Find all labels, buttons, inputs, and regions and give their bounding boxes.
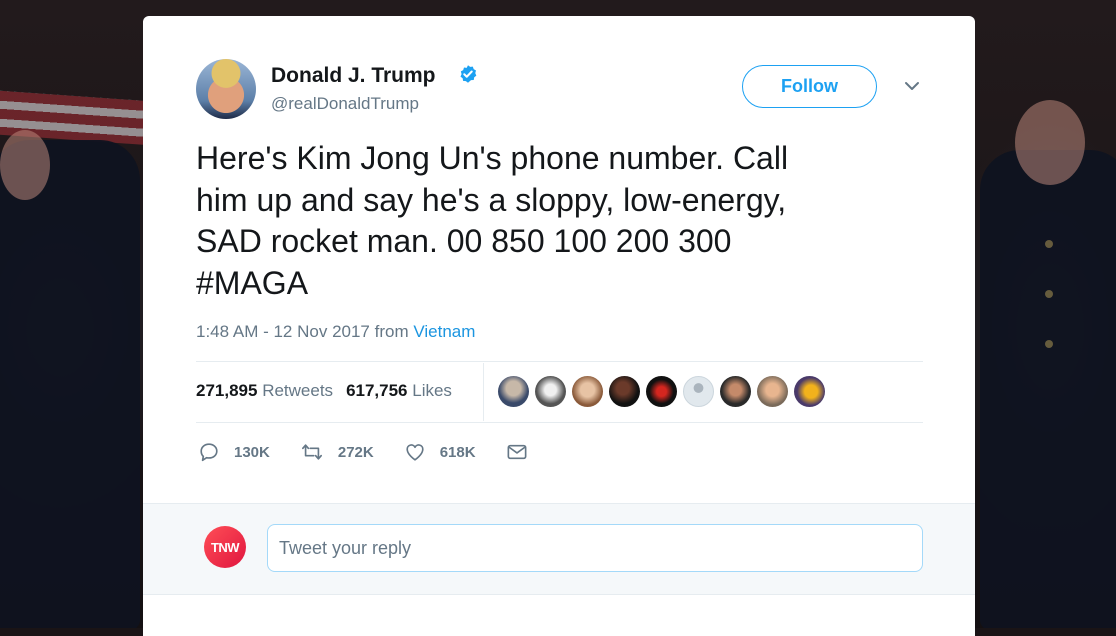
divider [196, 361, 923, 362]
liker-avatar[interactable] [498, 376, 529, 407]
liker-avatar[interactable] [794, 376, 825, 407]
retweets-count: 271,895 [196, 381, 258, 400]
like-action[interactable]: 618K [404, 441, 476, 463]
author-handle[interactable]: @realDonaldTrump [271, 94, 419, 114]
liker-avatar[interactable] [720, 376, 751, 407]
verified-badge-icon [460, 65, 477, 83]
likes-count: 617,756 [346, 381, 408, 400]
retweet-action[interactable]: 272K [300, 441, 374, 463]
location-link[interactable]: Vietnam [413, 322, 475, 341]
likes-label: Likes [412, 381, 452, 400]
stats-separator [483, 363, 484, 421]
liker-avatars [498, 376, 825, 407]
soldier-right [980, 150, 1116, 628]
reply-count: 130K [234, 443, 270, 461]
divider [196, 422, 923, 423]
uniform-button [1045, 340, 1053, 348]
engagement-stats: 271,895 Retweets 617,756 Likes [196, 381, 452, 401]
author-name[interactable]: Donald J. Trump [271, 64, 436, 88]
liker-avatar[interactable] [609, 376, 640, 407]
tweet-timestamp: 1:48 AM - 12 Nov 2017 from Vietnam [196, 322, 475, 342]
soldier-left [0, 140, 140, 628]
retweets-label: Retweets [262, 381, 334, 400]
chevron-down-icon[interactable] [903, 79, 921, 93]
likes-stat[interactable]: 617,756 Likes [346, 381, 452, 401]
heart-icon [406, 444, 424, 461]
retweet-count: 272K [337, 443, 374, 461]
tweet-card: Donald J. Trump @realDonaldTrump Follow … [143, 16, 975, 636]
like-count: 618K [439, 443, 476, 461]
soldier-left-face [0, 130, 50, 200]
reply-icon [200, 443, 218, 462]
reply-action[interactable]: 130K [198, 441, 270, 463]
retweet-icon [301, 444, 322, 460]
envelope-icon [507, 444, 527, 460]
tweet-text: Here's Kim Jong Un's phone number. Call … [196, 140, 789, 301]
user-avatar[interactable]: TNW [204, 526, 246, 568]
reply-composer: TNW [143, 503, 975, 595]
liker-avatar[interactable] [646, 376, 677, 407]
reply-input[interactable] [267, 524, 923, 572]
tweet-actions: 130K 272K 618K [198, 441, 572, 463]
liker-avatar[interactable] [535, 376, 566, 407]
soldier-right-face [1015, 100, 1085, 185]
liker-avatar[interactable] [757, 376, 788, 407]
author-avatar[interactable] [196, 59, 256, 119]
uniform-button [1045, 240, 1053, 248]
uniform-button [1045, 290, 1053, 298]
follow-button[interactable]: Follow [742, 65, 877, 108]
default-avatar-icon[interactable] [683, 376, 714, 407]
direct-message-action[interactable] [506, 442, 542, 462]
retweets-stat[interactable]: 271,895 Retweets [196, 381, 333, 401]
user-avatar-logo: TNW [210, 539, 240, 555]
liker-avatar[interactable] [572, 376, 603, 407]
timestamp-text[interactable]: 1:48 AM - 12 Nov 2017 from [196, 322, 413, 341]
